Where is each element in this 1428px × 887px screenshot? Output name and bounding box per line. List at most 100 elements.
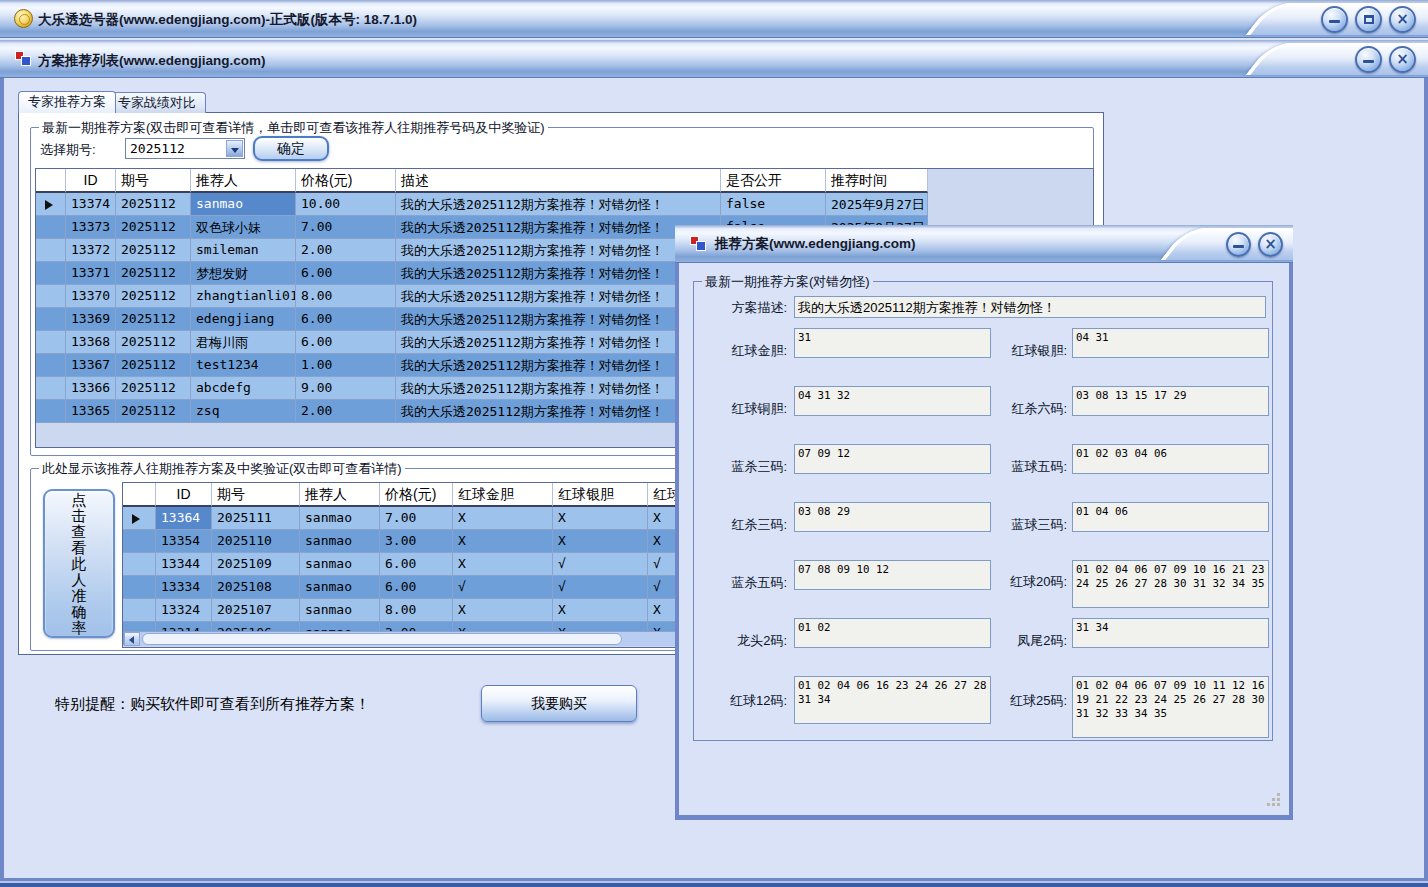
minimize-button[interactable] [1355, 46, 1382, 73]
cell-id: 13373 [66, 216, 116, 239]
row-header[interactable] [36, 262, 66, 285]
period-label: 选择期号: [40, 141, 96, 159]
column-header[interactable]: 红球银胆 [553, 483, 648, 507]
minimize-button[interactable] [1226, 232, 1251, 257]
field-value[interactable]: 01 02 04 06 16 23 24 26 27 28 31 34 [794, 676, 991, 724]
column-header[interactable]: 推荐人 [300, 483, 380, 507]
cell-public: false [721, 193, 826, 216]
cell-id: 13354 [156, 530, 212, 553]
cell-time: 2025年9月27日 [826, 193, 928, 216]
column-header[interactable]: ID [156, 483, 212, 507]
row-header[interactable] [36, 239, 66, 262]
table-row[interactable]: 133742025112sanmao10.00我的大乐透2025112期方案推荐… [36, 193, 1093, 216]
period-combobox[interactable]: 2025112 [125, 138, 245, 159]
field-value[interactable]: 01 02 04 06 07 09 10 11 12 16 19 21 22 2… [1072, 676, 1269, 738]
column-header[interactable]: 价格(元) [380, 483, 453, 507]
tab-expert-record[interactable]: 专家战绩对比 [108, 92, 206, 113]
field-value[interactable]: 03 08 29 [794, 502, 991, 532]
cell-gold: X [453, 553, 553, 576]
cell-period: 2025110 [212, 530, 300, 553]
row-header[interactable] [123, 530, 156, 553]
row-header[interactable] [123, 553, 156, 576]
main-titlebar: 大乐透选号器(www.edengjiang.com)-正式版(版本号: 18.7… [0, 0, 1428, 38]
scrollbar-thumb[interactable] [142, 633, 622, 645]
column-header[interactable]: ID [66, 169, 116, 193]
window-border-bottom [0, 878, 1428, 887]
column-header[interactable]: 期号 [212, 483, 300, 507]
form-icon [15, 51, 31, 66]
cell-id: 13365 [66, 400, 116, 423]
field-value[interactable]: 07 08 09 10 12 [794, 560, 991, 590]
accuracy-button[interactable]: 点击查看此人准确率 [43, 489, 115, 638]
close-icon: × [1396, 12, 1409, 27]
grid-corner[interactable] [123, 483, 156, 507]
field-value[interactable]: 04 31 32 [794, 386, 991, 416]
scroll-left-icon[interactable] [124, 632, 140, 646]
row-header[interactable] [36, 308, 66, 331]
row-header[interactable] [36, 331, 66, 354]
row-header[interactable] [123, 599, 156, 622]
cell-period: 2025112 [116, 239, 191, 262]
minimize-button[interactable] [1321, 6, 1348, 33]
row-header[interactable] [36, 400, 66, 423]
field-value[interactable]: 01 02 03 04 06 [1072, 444, 1269, 474]
cell-period: 2025112 [116, 216, 191, 239]
cell-recommender: 双色球小妹 [191, 216, 296, 239]
cell-desc: 我的大乐透2025112期方案推荐！对错勿怪！ [396, 239, 721, 262]
field-label: 蓝球五码: [983, 458, 1067, 476]
app-window: 大乐透选号器(www.edengjiang.com)-正式版(版本号: 18.7… [0, 0, 1428, 887]
field-value[interactable]: 01 02 [794, 618, 991, 648]
form-icon [690, 236, 706, 251]
field-value[interactable]: 01 04 06 [1072, 502, 1269, 532]
buy-button[interactable]: 我要购买 [481, 685, 637, 722]
main-window-title: 大乐透选号器(www.edengjiang.com)-正式版(版本号: 18.7… [38, 11, 417, 29]
cell-desc: 我的大乐透2025112期方案推荐！对错勿怪！ [396, 285, 721, 308]
maximize-button[interactable] [1355, 6, 1382, 33]
cell-gold: X [453, 507, 553, 530]
field-value[interactable]: 07 09 12 [794, 444, 991, 474]
row-header[interactable] [36, 354, 66, 377]
cell-desc: 我的大乐透2025112期方案推荐！对错勿怪！ [396, 377, 721, 400]
field-value[interactable]: 我的大乐透2025112期方案推荐！对错勿怪！ [794, 296, 1266, 318]
cell-price: 10.00 [296, 193, 396, 216]
row-header[interactable] [123, 507, 156, 530]
cell-period: 2025111 [212, 507, 300, 530]
cell-silver: X [553, 507, 648, 530]
field-value[interactable]: 03 08 13 15 17 29 [1072, 386, 1269, 416]
column-header[interactable]: 红球金胆 [453, 483, 553, 507]
field-value[interactable]: 04 31 [1072, 328, 1269, 358]
field-value[interactable]: 01 02 04 06 07 09 10 16 21 23 24 25 26 2… [1072, 560, 1269, 608]
row-header[interactable] [123, 576, 156, 599]
chevron-down-icon[interactable] [226, 140, 243, 157]
list-window-title: 方案推荐列表(www.edengjiang.com) [38, 52, 266, 70]
column-header[interactable]: 描述 [396, 169, 721, 193]
cell-recommender: sanmao [300, 599, 380, 622]
column-header[interactable]: 期号 [116, 169, 191, 193]
current-row-arrow-icon [45, 200, 53, 210]
confirm-button[interactable]: 确定 [253, 136, 329, 161]
field-label: 蓝杀三码: [703, 458, 787, 476]
column-header[interactable]: 推荐人 [191, 169, 296, 193]
cell-id: 13369 [66, 308, 116, 331]
row-header[interactable] [36, 285, 66, 308]
cell-recommender: abcdefg [191, 377, 296, 400]
cell-recommender: edengjiang [191, 308, 296, 331]
field-label: 红球金胆: [703, 342, 787, 360]
resize-grip[interactable] [1268, 794, 1280, 806]
cell-price: 6.00 [380, 553, 453, 576]
column-header[interactable]: 是否公开 [721, 169, 826, 193]
close-button[interactable]: × [1389, 6, 1416, 33]
column-header[interactable]: 推荐时间 [826, 169, 928, 193]
grid-corner[interactable] [36, 169, 66, 193]
close-button[interactable]: × [1258, 232, 1283, 257]
tab-expert-plans[interactable]: 专家推荐方案 [18, 91, 116, 113]
field-value[interactable]: 31 34 [1072, 618, 1269, 648]
close-button[interactable]: × [1389, 46, 1416, 73]
plan-dialog: 推荐方案(www.edengjiang.com) × 最新一期推荐方案(对错勿怪… [675, 225, 1293, 820]
row-header[interactable] [36, 193, 66, 216]
row-header[interactable] [36, 216, 66, 239]
cell-price: 3.00 [380, 530, 453, 553]
column-header[interactable]: 价格(元) [296, 169, 396, 193]
field-value[interactable]: 31 [794, 328, 991, 358]
row-header[interactable] [36, 377, 66, 400]
